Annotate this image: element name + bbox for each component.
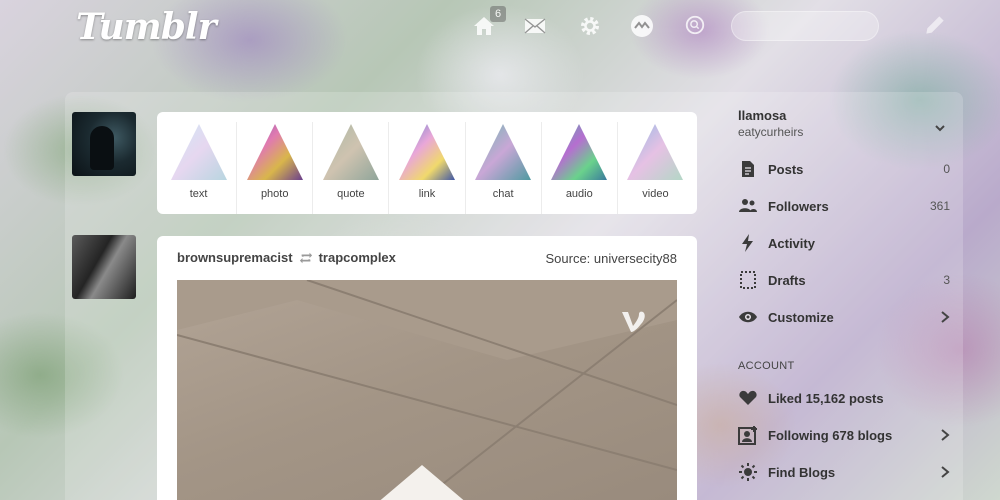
sidebar-item-likes[interactable]: Liked 15,162 posts bbox=[738, 386, 950, 410]
drafts-icon bbox=[740, 271, 756, 289]
sidebar-item-label: Activity bbox=[768, 235, 815, 251]
post-type-label: quote bbox=[337, 188, 365, 200]
sidebar-item-drafts[interactable]: Drafts 3 bbox=[738, 268, 950, 292]
post-type-label: photo bbox=[260, 188, 289, 200]
post-type-audio[interactable]: audio bbox=[542, 122, 618, 214]
holo-triangle-chat-icon bbox=[475, 124, 532, 180]
mail-icon bbox=[524, 18, 546, 34]
holo-triangle-text-icon bbox=[170, 124, 227, 180]
chevron-down-icon[interactable] bbox=[934, 122, 946, 134]
settings-button[interactable] bbox=[576, 12, 604, 40]
post-type-label: video bbox=[642, 188, 669, 200]
sidebar-item-count: 361 bbox=[929, 199, 950, 213]
reblogged-from-link[interactable]: trapcomplex bbox=[319, 250, 396, 265]
account-section-label: ACCOUNT bbox=[738, 360, 795, 372]
people-icon bbox=[739, 199, 757, 212]
activity-wave-icon bbox=[631, 15, 653, 37]
document-icon bbox=[742, 161, 754, 177]
chevron-right-icon bbox=[941, 311, 950, 323]
sidebar-item-label: Find Blogs bbox=[768, 464, 836, 480]
home-badge: 6 bbox=[490, 6, 506, 22]
post-type-label: link bbox=[418, 188, 436, 200]
holo-triangle-photo-icon bbox=[246, 124, 303, 180]
chevron-right-icon bbox=[941, 466, 950, 478]
sidebar: llamosa eatycurheirs Posts 0 Followers 3… bbox=[738, 108, 950, 481]
sidebar-item-followers[interactable]: Followers 361 bbox=[738, 194, 950, 218]
chevron-right-icon bbox=[941, 429, 950, 441]
sidebar-item-count: 3 bbox=[943, 273, 950, 287]
blog-name[interactable]: llamosa bbox=[738, 108, 950, 123]
top-bar: Tumblr 6 bbox=[0, 0, 1000, 52]
search-input[interactable] bbox=[731, 11, 879, 41]
post-type-link[interactable]: link bbox=[389, 122, 466, 214]
post-source-link[interactable]: Source: universecity88 bbox=[545, 251, 677, 266]
find-blogs-icon bbox=[739, 463, 757, 481]
reblog-icon bbox=[299, 252, 312, 263]
eye-icon bbox=[739, 311, 757, 323]
post-type-photo[interactable]: photo bbox=[237, 122, 314, 214]
post-type-label: text bbox=[189, 188, 208, 200]
sidebar-item-posts[interactable]: Posts 0 bbox=[738, 157, 950, 181]
search-icon bbox=[685, 15, 705, 35]
sidebar-item-label: Posts bbox=[768, 161, 804, 177]
holo-triangle-video-icon bbox=[627, 124, 684, 180]
post-type-text[interactable]: text bbox=[161, 122, 238, 214]
sidebar-item-label: Following 678 blogs bbox=[768, 427, 893, 443]
following-icon bbox=[738, 426, 757, 445]
sidebar-item-find-blogs[interactable]: Find Blogs bbox=[738, 460, 950, 484]
user-avatar[interactable] bbox=[72, 112, 136, 176]
sidebar-item-label: Liked 15,162 posts bbox=[768, 390, 884, 406]
vine-icon bbox=[622, 311, 645, 332]
holo-triangle-link-icon bbox=[398, 124, 455, 180]
post-card: brownsupremacist trapcomplex Source: uni… bbox=[157, 236, 697, 500]
sidebar-item-label: Customize bbox=[768, 309, 834, 325]
post-type-label: chat bbox=[492, 188, 514, 200]
tumblr-logo[interactable]: Tumblr bbox=[76, 6, 217, 48]
heart-icon bbox=[739, 390, 757, 405]
sidebar-item-count: 0 bbox=[943, 162, 950, 176]
post-type-label: audio bbox=[565, 188, 593, 200]
post-author-link[interactable]: brownsupremacist bbox=[177, 250, 293, 265]
post-type-quote[interactable]: quote bbox=[313, 122, 390, 214]
gear-icon bbox=[581, 17, 599, 35]
post-header: brownsupremacist trapcomplex bbox=[177, 250, 396, 265]
lightning-icon bbox=[742, 234, 753, 252]
inbox-button[interactable] bbox=[521, 12, 549, 40]
sidebar-item-activity[interactable]: Activity bbox=[738, 231, 950, 255]
sidebar-item-customize[interactable]: Customize bbox=[738, 305, 950, 329]
post-type-chat[interactable]: chat bbox=[466, 122, 542, 214]
post-video[interactable] bbox=[177, 280, 677, 500]
holo-triangle-audio-icon bbox=[551, 124, 608, 180]
holo-triangle-quote-icon bbox=[322, 124, 379, 180]
activity-button[interactable] bbox=[628, 12, 656, 40]
blog-title: eatycurheirs bbox=[738, 125, 804, 139]
ceiling-image bbox=[177, 280, 677, 500]
sidebar-item-label: Drafts bbox=[768, 272, 806, 288]
compose-icon[interactable] bbox=[922, 12, 948, 38]
post-type-bar: text photo quote link chat audio video bbox=[157, 112, 697, 214]
sidebar-item-following[interactable]: Following 678 blogs bbox=[738, 423, 950, 447]
home-button[interactable]: 6 bbox=[470, 6, 506, 40]
post-author-avatar[interactable] bbox=[72, 235, 136, 299]
post-type-video[interactable]: video bbox=[618, 122, 693, 214]
sidebar-item-label: Followers bbox=[768, 198, 829, 214]
